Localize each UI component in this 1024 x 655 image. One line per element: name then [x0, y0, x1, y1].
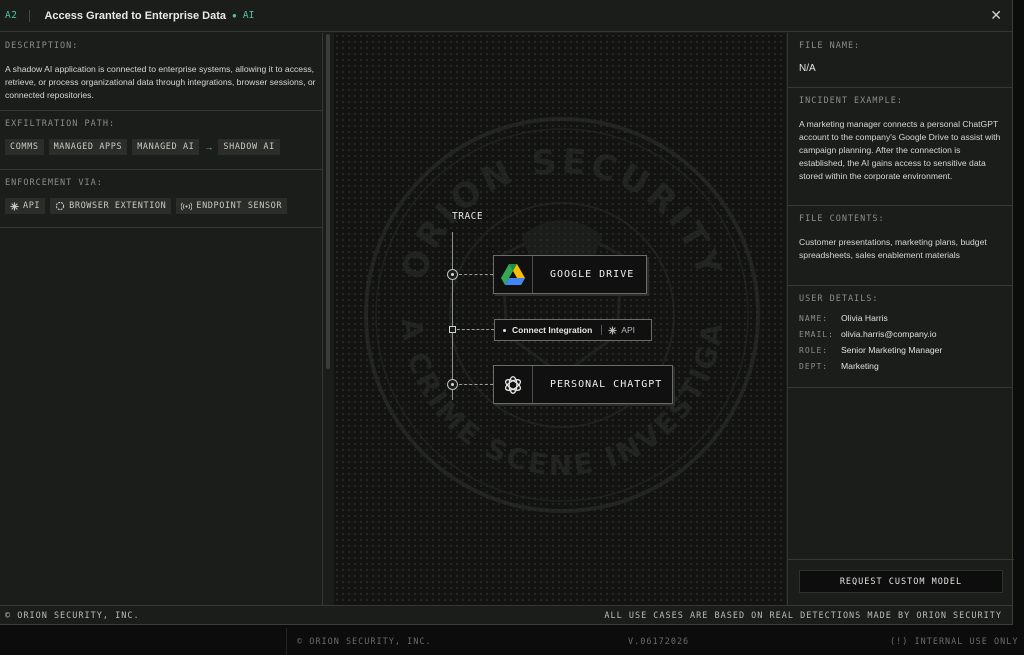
google-drive-logo-icon — [494, 256, 533, 293]
description-section: DESCRIPTION: A shadow AI application is … — [0, 33, 322, 111]
api-icon — [10, 201, 19, 211]
chatgpt-logo-icon — [494, 366, 533, 403]
user-email-row: EMAIL: olivia.harris@company.io — [799, 329, 1002, 340]
enforcement-chip-browser-extension: BROWSER EXTENTION — [50, 198, 172, 214]
file-contents-text: Customer presentations, marketing plans,… — [799, 237, 987, 260]
connect-integration-label: Connect Integration — [512, 325, 593, 335]
enforcement-chip-api: API — [5, 198, 46, 214]
enforcement-chip-label: API — [23, 201, 41, 211]
close-icon[interactable]: ✕ — [990, 7, 1002, 24]
trace-node-connect — [449, 326, 456, 333]
path-chip-managed-apps: MANAGED APPS — [48, 139, 128, 155]
enforcement-list: API BROWSER EXTENTION ENDPOINT SENSOR — [5, 198, 317, 214]
user-dept-row: DEPT: Marketing — [799, 361, 1002, 372]
file-contents-label: FILE CONTENTS: — [799, 214, 885, 224]
left-panel: DESCRIPTION: A shadow AI application is … — [0, 33, 323, 605]
browser-extension-icon — [56, 201, 65, 211]
bullet-icon — [503, 328, 506, 332]
divider — [601, 325, 603, 335]
google-drive-card[interactable]: GOOGLE DRIVE — [493, 255, 647, 294]
trace-label: TRACE — [452, 211, 484, 222]
enforcement-chip-endpoint-sensor: ENDPOINT SENSOR — [176, 198, 288, 214]
api-icon — [608, 325, 617, 335]
google-drive-label: GOOGLE DRIVE — [550, 269, 635, 280]
user-name-key: NAME: — [799, 314, 829, 323]
user-role-key: ROLE: — [799, 346, 829, 355]
user-email-key: EMAIL: — [799, 330, 834, 339]
incident-label: INCIDENT EXAMPLE: — [799, 96, 903, 106]
modal-title: Access Granted to Enterprise Data — [44, 9, 227, 22]
trace-canvas: ORION SECURITY DATA CRIME SCENE INVESTIG… — [334, 33, 786, 605]
connector-line — [459, 274, 493, 275]
enforcement-label: ENFORCEMENT VIA: — [5, 178, 103, 188]
arrow-right-icon: → — [204, 142, 214, 152]
description-text: A shadow AI application is connected to … — [5, 64, 316, 100]
file-name-section: FILE NAME: N/A — [788, 33, 1013, 88]
path-chip-managed-ai: MANAGED AI — [132, 139, 200, 155]
file-contents-section: FILE CONTENTS: Customer presentations, m… — [788, 206, 1013, 286]
left-panel-scrollbar[interactable] — [326, 34, 330, 369]
user-name-row: NAME: Olivia Harris — [799, 313, 1002, 324]
enforcement-chip-label: BROWSER EXTENTION — [69, 201, 167, 211]
background-status-bar: © ORION SECURITY, INC. V.06172026 (!) IN… — [0, 628, 1024, 655]
orion-security-seal-watermark: ORION SECURITY DATA CRIME SCENE INVESTIG… — [362, 115, 760, 513]
connect-integration-card[interactable]: Connect Integration API — [494, 319, 652, 341]
user-dept-value: Marketing — [841, 361, 879, 371]
incident-section: INCIDENT EXAMPLE: A marketing manager co… — [788, 88, 1013, 206]
user-details-section: USER DETAILS: NAME: Olivia Harris EMAIL: o… — [788, 286, 1013, 388]
modal-footer: © ORION SECURITY, INC. ALL USE CASES ARE… — [0, 605, 1013, 625]
endpoint-sensor-icon — [181, 202, 193, 210]
footer-copyright: © ORION SECURITY, INC. — [5, 610, 140, 621]
use-case-code: A2 — [5, 10, 18, 21]
footer-disclaimer: ALL USE CASES ARE BASED ON REAL DETECTIO… — [604, 610, 1002, 621]
path-chip-comms: COMMS — [5, 139, 44, 155]
divider — [286, 628, 287, 655]
title-divider — [29, 9, 31, 22]
personal-chatgpt-card[interactable]: PERSONAL CHATGPT — [493, 365, 673, 404]
exfiltration-path: COMMS MANAGED APPS MANAGED AI → SHADOW A… — [5, 139, 317, 155]
user-details-list: NAME: Olivia Harris EMAIL: olivia.harris@c… — [799, 313, 1002, 372]
trace-node-google-drive — [447, 269, 458, 280]
user-email-value: olivia.harris@company.io — [841, 329, 937, 339]
title-dot-icon: ● — [232, 11, 237, 20]
user-details-label: USER DETAILS: — [799, 294, 879, 304]
category-tag: AI — [242, 10, 255, 21]
enforcement-section: ENFORCEMENT VIA: API BROWSER EXTENTION E… — [0, 170, 322, 228]
user-dept-key: DEPT: — [799, 362, 829, 371]
user-name-value: Olivia Harris — [841, 313, 888, 323]
file-name-label: FILE NAME: — [799, 41, 861, 51]
exfiltration-section: EXFILTRATION PATH: COMMS MANAGED APPS MA… — [0, 111, 322, 170]
connect-api-label: API — [621, 325, 635, 335]
use-case-modal: A2 Access Granted to Enterprise Data ● A… — [0, 0, 1014, 625]
trace-node-chatgpt — [447, 379, 458, 390]
user-role-row: ROLE: Senior Marketing Manager — [799, 345, 1002, 356]
exfiltration-label: EXFILTRATION PATH: — [5, 119, 116, 129]
description-label: DESCRIPTION: — [5, 41, 79, 51]
right-panel: FILE NAME: N/A INCIDENT EXAMPLE: A marke… — [787, 33, 1014, 605]
incident-text: A marketing manager connects a personal … — [799, 119, 1001, 181]
request-section: REQUEST CUSTOM MODEL — [788, 559, 1014, 605]
internal-use-notice: (!) INTERNAL USE ONLY — [890, 637, 1019, 647]
connector-line — [459, 384, 493, 385]
user-role-value: Senior Marketing Manager — [841, 345, 943, 355]
background-copyright: © ORION SECURITY, INC. — [297, 637, 432, 647]
file-name-value: N/A — [799, 63, 816, 74]
connector-line — [457, 329, 494, 330]
version-label: V.06172026 — [628, 637, 690, 647]
request-custom-model-button[interactable]: REQUEST CUSTOM MODEL — [799, 570, 1003, 593]
modal-titlebar: A2 Access Granted to Enterprise Data ● A… — [0, 0, 1012, 32]
personal-chatgpt-label: PERSONAL CHATGPT — [550, 379, 663, 390]
path-chip-shadow-ai: SHADOW AI — [218, 139, 280, 155]
enforcement-chip-label: ENDPOINT SENSOR — [196, 201, 283, 211]
trace-line — [452, 232, 453, 400]
